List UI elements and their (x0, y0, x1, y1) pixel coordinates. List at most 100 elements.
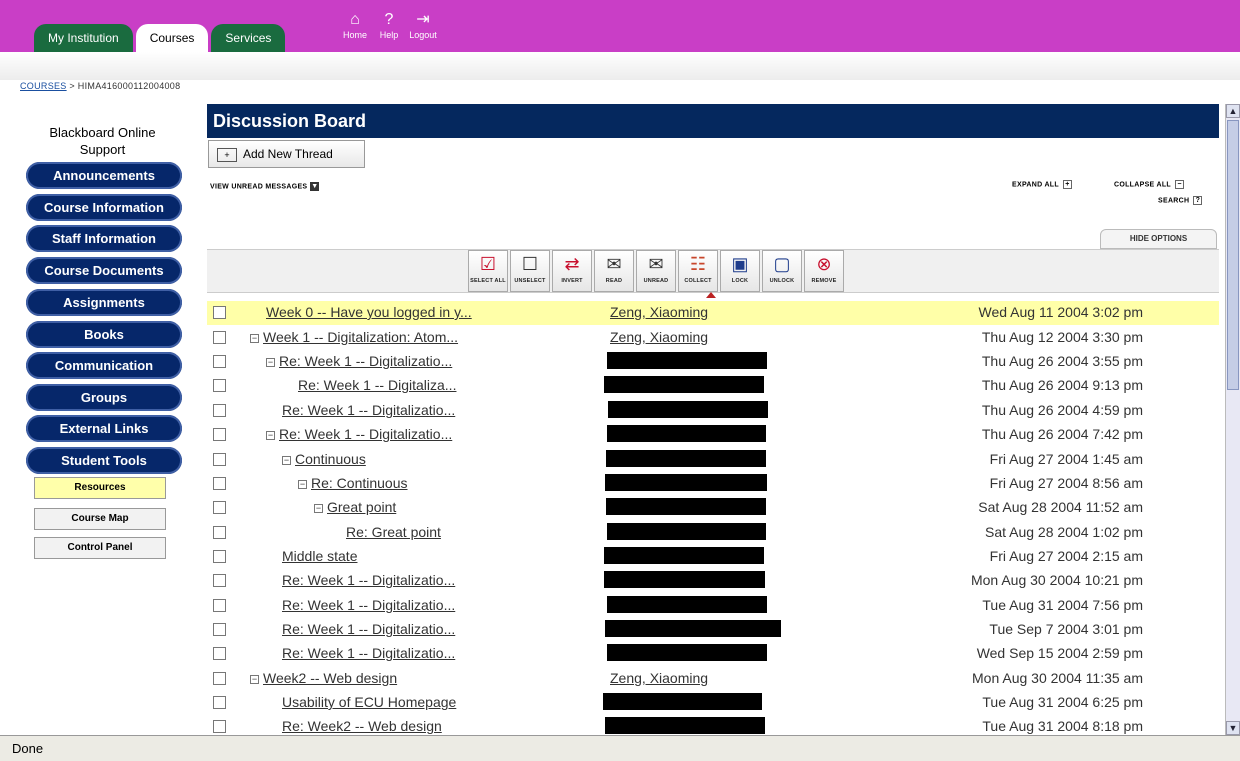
collapse-thread-icon[interactable]: − (250, 334, 259, 343)
remove-button[interactable]: ⊗ REMOVE (804, 250, 844, 292)
row-checkbox[interactable] (213, 599, 226, 612)
scroll-down-icon[interactable]: ▼ (1226, 721, 1240, 735)
row-checkbox[interactable] (213, 355, 226, 368)
nav-books[interactable]: Books (26, 321, 182, 348)
redacted-author (607, 644, 767, 661)
thread-subject-link[interactable]: Re: Great point (346, 524, 441, 540)
thread-subject-link[interactable]: Re: Week 1 -- Digitalizatio... (279, 353, 452, 369)
row-checkbox[interactable] (213, 623, 226, 636)
unlock-button[interactable]: ▢ UNLOCK (762, 250, 802, 292)
nav-announcements[interactable]: Announcements (26, 162, 182, 189)
row-checkbox[interactable] (213, 696, 226, 709)
nav-course-information[interactable]: Course Information (26, 194, 182, 221)
thread-subject-link[interactable]: Usability of ECU Homepage (282, 694, 456, 710)
vertical-scrollbar[interactable]: ▲ ▼ (1225, 104, 1240, 735)
row-checkbox[interactable] (213, 647, 226, 660)
expand-all-button[interactable]: EXPAND ALL + (1012, 180, 1072, 189)
redacted-author (607, 352, 767, 369)
scroll-thumb[interactable] (1227, 120, 1239, 390)
add-new-thread-button[interactable]: + Add New Thread (208, 140, 365, 168)
redacted-author (607, 596, 767, 613)
nav-staff-information[interactable]: Staff Information (26, 225, 182, 252)
home-button[interactable]: ⌂ Home (338, 10, 372, 40)
redacted-author (606, 498, 766, 515)
thread-subject-link[interactable]: Re: Week 1 -- Digitalizatio... (282, 645, 455, 661)
scroll-up-icon[interactable]: ▲ (1226, 104, 1240, 118)
nav-course-map[interactable]: Course Map (34, 508, 166, 530)
collapse-thread-icon[interactable]: − (314, 504, 323, 513)
tab-services[interactable]: Services (211, 24, 286, 52)
nav-external-links[interactable]: External Links (26, 415, 182, 442)
select-all-button[interactable]: ☑ SELECT ALL (468, 250, 508, 292)
thread-subject-link[interactable]: Great point (327, 499, 396, 515)
post-date: Wed Sep 15 2004 2:59 pm (976, 645, 1143, 661)
collapse-thread-icon[interactable]: − (266, 358, 275, 367)
invert-button[interactable]: ⇄ INVERT (552, 250, 592, 292)
row-checkbox[interactable] (213, 526, 226, 539)
nav-groups[interactable]: Groups (26, 384, 182, 411)
nav-communication[interactable]: Communication (26, 352, 182, 379)
collapse-all-button[interactable]: COLLAPSE ALL − (1114, 180, 1185, 189)
thread-subject-link[interactable]: Re: Continuous (311, 475, 408, 491)
thread-subject-link[interactable]: Week2 -- Web design (263, 670, 397, 686)
hide-options-button[interactable]: HIDE OPTIONS (1100, 229, 1217, 249)
collect-button[interactable]: ☷ COLLECT (678, 250, 718, 292)
collapse-thread-icon[interactable]: − (298, 480, 307, 489)
collapse-thread-icon[interactable]: − (282, 456, 291, 465)
redacted-author (605, 620, 781, 637)
page-title: Discussion Board (207, 104, 1219, 138)
logout-button[interactable]: ⇥ Logout (406, 10, 440, 40)
thread-subject-link[interactable]: Middle state (282, 548, 357, 564)
row-checkbox[interactable] (213, 306, 226, 319)
row-checkbox[interactable] (213, 453, 226, 466)
thread-subject-link[interactable]: Re: Week 1 -- Digitalizatio... (282, 402, 455, 418)
thread-row: Week 0 -- Have you logged in y... Zeng, … (207, 301, 1219, 326)
view-unread-dropdown[interactable]: VIEW UNREAD MESSAGES ▼ (210, 182, 320, 191)
nav-control-panel[interactable]: Control Panel (34, 537, 166, 559)
thread-subject-link[interactable]: Re: Week2 -- Web design (282, 718, 442, 734)
breadcrumb-courses-link[interactable]: COURSES (20, 81, 67, 91)
read-icon: ✉ (606, 254, 622, 274)
row-checkbox[interactable] (213, 550, 226, 563)
thread-subject-link[interactable]: Continuous (295, 451, 366, 467)
read-button[interactable]: ✉ READ (594, 250, 634, 292)
author-link[interactable]: Zeng, Xiaoming (610, 670, 708, 686)
thread-subject-link[interactable]: Re: Week 1 -- Digitalizatio... (282, 621, 455, 637)
collapse-thread-icon[interactable]: − (250, 675, 259, 684)
nav-resources[interactable]: Resources (34, 477, 166, 499)
thread-subject-link[interactable]: Week 0 -- Have you logged in y... (266, 304, 472, 320)
row-checkbox[interactable] (213, 574, 226, 587)
thread-subject-link[interactable]: Re: Week 1 -- Digitalizatio... (282, 597, 455, 613)
breadcrumb-course-id: HIMA416000112004008 (77, 81, 181, 91)
author-link[interactable]: Zeng, Xiaoming (610, 304, 708, 320)
thread-subject-link[interactable]: Re: Week 1 -- Digitalizatio... (282, 572, 455, 588)
thread-subject-link[interactable]: Re: Week 1 -- Digitaliza... (298, 377, 456, 393)
thread-row: Re: Week 1 -- Digitaliza... Thu Aug 26 2… (207, 374, 1219, 398)
row-checkbox[interactable] (213, 501, 226, 514)
row-checkbox[interactable] (213, 379, 226, 392)
thread-subject-link[interactable]: Re: Week 1 -- Digitalizatio... (279, 426, 452, 442)
tab-my-institution[interactable]: My Institution (34, 24, 133, 52)
search-button[interactable]: SEARCH? (1158, 196, 1203, 205)
breadcrumb-separator: > (69, 81, 75, 91)
unread-button[interactable]: ✉ UNREAD (636, 250, 676, 292)
row-checkbox[interactable] (213, 404, 226, 417)
tab-courses[interactable]: Courses (135, 24, 209, 52)
row-checkbox[interactable] (213, 477, 226, 490)
support-link[interactable]: Blackboard Online Support (30, 124, 175, 158)
unselect-button[interactable]: ☐ UNSELECT (510, 250, 550, 292)
nav-course-documents[interactable]: Course Documents (26, 257, 182, 284)
lock-button[interactable]: ▣ LOCK (720, 250, 760, 292)
nav-student-tools[interactable]: Student Tools (26, 447, 182, 474)
search-label: SEARCH (1158, 197, 1190, 205)
author-link[interactable]: Zeng, Xiaoming (610, 329, 708, 345)
row-checkbox[interactable] (213, 720, 226, 733)
nav-assignments[interactable]: Assignments (26, 289, 182, 316)
collapse-thread-icon[interactable]: − (266, 431, 275, 440)
row-checkbox[interactable] (213, 331, 226, 344)
add-thread-icon: + (217, 147, 237, 162)
help-button[interactable]: ? Help (372, 10, 406, 40)
row-checkbox[interactable] (213, 428, 226, 441)
thread-subject-link[interactable]: Week 1 -- Digitalization: Atom... (263, 329, 458, 345)
row-checkbox[interactable] (213, 672, 226, 685)
